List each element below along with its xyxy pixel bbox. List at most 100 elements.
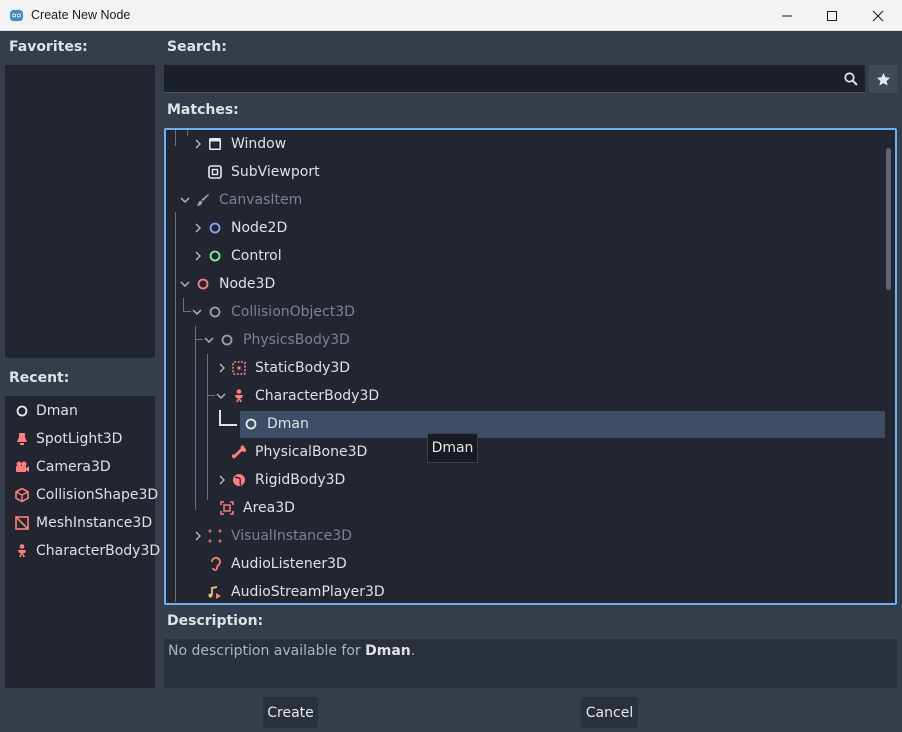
create-button[interactable]: Create	[263, 697, 318, 728]
favorites-list[interactable]	[5, 65, 155, 358]
expand-arrow-icon[interactable]	[193, 223, 203, 233]
collapse-arrow-icon[interactable]	[216, 391, 226, 401]
minimize-icon	[782, 15, 792, 16]
collapse-arrow-icon[interactable]	[180, 195, 190, 205]
tree-item-label: PhysicalBone3D	[255, 444, 368, 460]
physical-bone-icon	[231, 444, 247, 460]
recent-label: Recent:	[9, 370, 70, 386]
matches-tree[interactable]: Window SubViewport CanvasItem Node2D Con…	[164, 128, 897, 605]
tree-item-characterbody3d[interactable]: CharacterBody3D	[231, 382, 379, 410]
tooltip: Dman	[427, 433, 478, 463]
recent-item-label: Camera3D	[36, 459, 111, 475]
tree-item-area3d[interactable]: Area3D	[219, 494, 295, 522]
expand-arrow-icon[interactable]	[217, 363, 227, 373]
tree-item-label: SubViewport	[231, 164, 320, 180]
favorites-label: Favorites:	[9, 39, 88, 55]
recent-item-camera3d[interactable]: Camera3D	[5, 453, 155, 481]
collision-object-icon	[207, 304, 223, 320]
selected-row-highlight	[240, 411, 885, 438]
recent-item-label: CharacterBody3D	[36, 543, 161, 559]
close-button[interactable]	[855, 0, 901, 31]
tree-item-audiolistener3d[interactable]: AudioListener3D	[207, 550, 347, 578]
audio-stream-player-icon	[207, 584, 223, 600]
description-label: Description:	[167, 613, 264, 629]
recent-item-meshinstance3d[interactable]: MeshInstance3D	[5, 509, 155, 537]
search-label: Search:	[167, 39, 227, 55]
favorite-toggle-button[interactable]	[869, 65, 897, 93]
recent-list[interactable]: Dman SpotLight3D Camera3D CollisionShape…	[5, 396, 160, 688]
area-icon	[219, 500, 235, 516]
minimize-button[interactable]	[764, 0, 810, 31]
collapse-arrow-icon[interactable]	[192, 307, 202, 317]
visual-instance-icon	[207, 528, 223, 544]
tree-item-label: VisualInstance3D	[231, 528, 353, 544]
expand-arrow-icon[interactable]	[217, 475, 227, 485]
tree-item-label: CollisionObject3D	[231, 304, 355, 320]
tree-item-label: Control	[231, 248, 282, 264]
tree-item-label: Window	[231, 136, 287, 152]
tree-item-label: PhysicsBody3D	[243, 332, 350, 348]
audio-listener-icon	[207, 556, 223, 572]
physics-body-icon	[219, 332, 235, 348]
tree-item-staticbody3d[interactable]: StaticBody3D	[231, 354, 350, 382]
node-circle-icon	[14, 403, 30, 419]
godot-logo-icon	[9, 8, 24, 23]
matches-label: Matches:	[167, 102, 239, 118]
expand-arrow-icon[interactable]	[193, 531, 203, 541]
tree-item-label: Node2D	[231, 220, 288, 236]
tree-item-window[interactable]: Window	[207, 130, 286, 158]
tree-item-node3d[interactable]: Node3D	[195, 270, 275, 298]
tree-item-control[interactable]: Control	[207, 242, 282, 270]
camera-icon	[14, 459, 30, 475]
character-body-icon	[231, 388, 247, 404]
description-prefix: No description available for	[168, 643, 366, 659]
description-node-name: Dman	[365, 643, 411, 659]
tree-item-collisionobject3d[interactable]: CollisionObject3D	[207, 298, 355, 326]
recent-item-label: MeshInstance3D	[36, 515, 153, 531]
tree-item-visualinstance3d[interactable]: VisualInstance3D	[207, 522, 352, 550]
tree-item-label: Dman	[267, 416, 309, 432]
tree-item-dman[interactable]: Dman	[243, 410, 309, 438]
window-icon	[207, 136, 223, 152]
tree-item-label: AudioListener3D	[231, 556, 347, 572]
tree-item-label: StaticBody3D	[255, 360, 351, 376]
tree-item-label: RigidBody3D	[255, 472, 346, 488]
tree-item-physicalbone3d[interactable]: PhysicalBone3D	[231, 438, 367, 466]
tree-scrollbar[interactable]	[886, 148, 891, 290]
tree-item-audiostreamplayer3d[interactable]: AudioStreamPlayer3D	[207, 578, 385, 603]
tree-item-canvasitem[interactable]: CanvasItem	[195, 186, 302, 214]
spotlight-icon	[14, 431, 30, 447]
tree-item-node2d[interactable]: Node2D	[207, 214, 287, 242]
subviewport-icon	[207, 164, 223, 180]
node-circle-icon	[243, 416, 259, 432]
recent-item-label: CollisionShape3D	[36, 487, 159, 503]
tree-item-label: CharacterBody3D	[255, 388, 380, 404]
expand-arrow-icon[interactable]	[193, 251, 203, 261]
recent-item-dman[interactable]: Dman	[5, 397, 155, 425]
tree-item-subviewport[interactable]: SubViewport	[207, 158, 320, 186]
search-icon	[843, 71, 859, 87]
close-icon	[872, 10, 884, 21]
recent-item-spotlight3d[interactable]: SpotLight3D	[5, 425, 155, 453]
maximize-button[interactable]	[809, 0, 855, 31]
tree-item-label: CanvasItem	[219, 192, 303, 208]
tree-item-label: AudioStreamPlayer3D	[231, 584, 385, 600]
description-suffix: .	[410, 643, 416, 659]
tree-item-physicsbody3d[interactable]: PhysicsBody3D	[219, 326, 350, 354]
collapse-arrow-icon[interactable]	[204, 335, 214, 345]
recent-item-label: SpotLight3D	[36, 431, 123, 447]
recent-item-collisionshape3d[interactable]: CollisionShape3D	[5, 481, 159, 509]
star-icon	[876, 72, 890, 85]
description-text: No description available for Dman.	[164, 639, 897, 688]
search-input[interactable]	[164, 65, 865, 93]
recent-item-characterbody3d[interactable]: CharacterBody3D	[5, 537, 160, 565]
tree-item-label: Node3D	[219, 276, 276, 292]
recent-item-label: Dman	[36, 403, 78, 419]
rigid-body-icon	[231, 472, 247, 488]
cancel-button[interactable]: Cancel	[581, 697, 638, 728]
maximize-icon	[827, 10, 837, 21]
collision-shape-icon	[14, 487, 30, 503]
tree-item-rigidbody3d[interactable]: RigidBody3D	[231, 466, 345, 494]
expand-arrow-icon[interactable]	[193, 139, 203, 149]
collapse-arrow-icon[interactable]	[180, 279, 190, 289]
